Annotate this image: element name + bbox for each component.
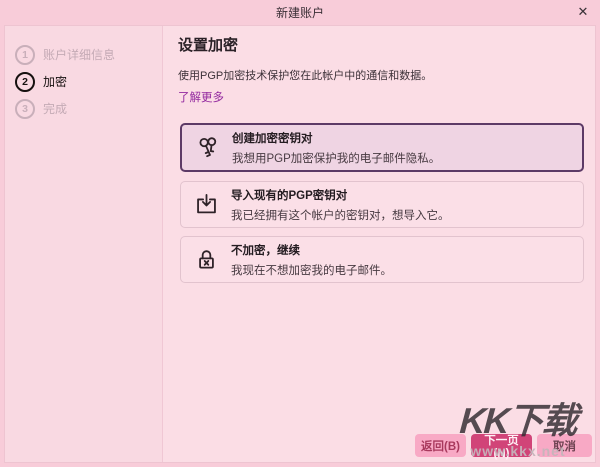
option-subtitle: 我想用PGP加密保护我的电子邮件隐私。 (232, 152, 441, 165)
description-text: 使用PGP加密技术保护您在此帐户中的通信和数据。 (178, 70, 433, 82)
step-finish: 3 完成 (5, 95, 162, 122)
page-title: 设置加密 (178, 37, 239, 54)
step-account-details: 1 账户详细信息 (5, 41, 162, 68)
window-title: 新建账户 (275, 6, 324, 20)
learn-more-link[interactable]: 了解更多 (178, 89, 224, 105)
option-subtitle: 我现在不想加密我的电子邮件。 (231, 264, 392, 277)
step-number-3: 3 (15, 98, 35, 119)
step-label-encryption: 加密 (43, 75, 68, 89)
step-label-finish: 完成 (43, 102, 68, 116)
next-button[interactable]: 下一页(N) (471, 434, 532, 460)
option-title: 不加密，继续 (231, 244, 300, 257)
step-number-2: 2 (15, 71, 35, 92)
keys-icon (182, 134, 232, 161)
import-icon (181, 191, 231, 218)
step-number-1: 1 (15, 44, 35, 65)
close-icon[interactable]: ✕ (575, 4, 591, 20)
wizard-steps-sidebar: 1 账户详细信息 2 加密 3 完成 (5, 26, 163, 462)
option-title: 创建加密密钥对 (232, 132, 313, 145)
option-import-keypair[interactable]: 导入现有的PGP密钥对 我已经拥有这个帐户的密钥对，想导入它。 (180, 181, 584, 228)
step-encryption: 2 加密 (5, 68, 162, 95)
back-button[interactable]: 返回(B) (415, 434, 466, 457)
option-no-encryption[interactable]: 不加密，继续 我现在不想加密我的电子邮件。 (180, 236, 584, 283)
lock-x-icon (181, 246, 231, 273)
option-create-keypair[interactable]: 创建加密密钥对 我想用PGP加密保护我的电子邮件隐私。 (180, 123, 584, 172)
cancel-button[interactable]: 取消 (537, 434, 592, 457)
option-title: 导入现有的PGP密钥对 (231, 189, 348, 202)
option-subtitle: 我已经拥有这个帐户的密钥对，想导入它。 (231, 209, 450, 222)
titlebar: 新建账户 (0, 0, 600, 25)
step-label-account-details: 账户详细信息 (43, 48, 116, 62)
